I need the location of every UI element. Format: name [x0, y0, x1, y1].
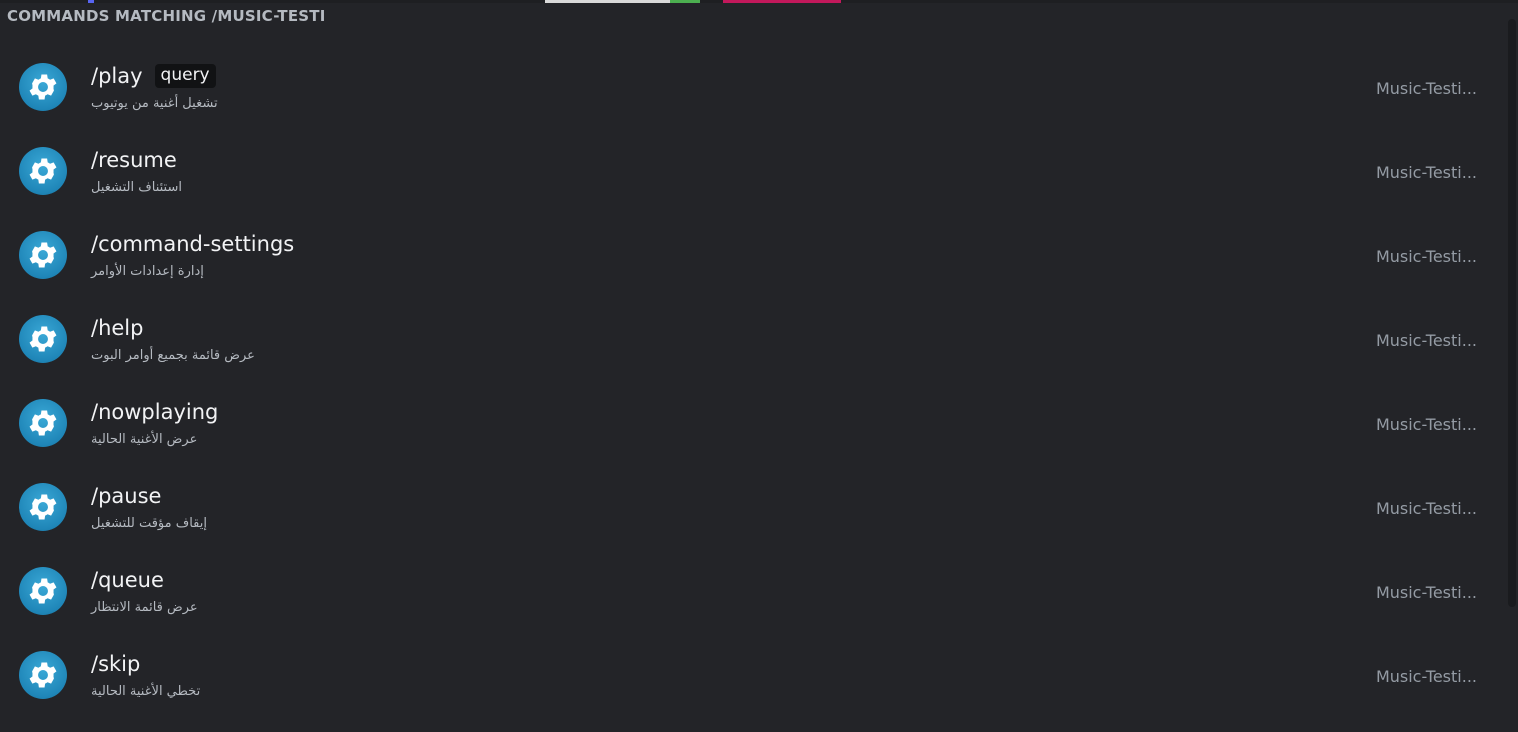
- command-source: Music-Testi...: [1375, 415, 1477, 434]
- command-description: عرض قائمة بجميع أوامر البوت: [91, 348, 255, 363]
- command-name: /skip: [91, 652, 141, 676]
- gear-icon: [19, 483, 67, 531]
- command-autocomplete-panel: COMMANDS MATCHING /MUSIC-TESTI /play que…: [0, 3, 1518, 732]
- gear-icon: [19, 315, 67, 363]
- gear-icon: [19, 147, 67, 195]
- command-option-chip: query: [154, 64, 216, 88]
- command-source: Music-Testi...: [1375, 79, 1477, 98]
- command-name: /queue: [91, 568, 164, 592]
- command-list: /play query تشغيل أغنية من يوتيوب Music-…: [0, 46, 1500, 718]
- command-description: تشغيل أغنية من يوتيوب: [91, 96, 218, 111]
- gear-icon: [19, 399, 67, 447]
- gear-icon: [19, 651, 67, 699]
- command-description: تخطي الأغنية الحالية: [91, 684, 201, 699]
- command-source: Music-Testi...: [1375, 667, 1477, 686]
- command-row-help[interactable]: /help عرض قائمة بجميع أوامر البوت Music-…: [0, 298, 1500, 382]
- command-description: إدارة إعدادات الأوامر: [91, 264, 204, 279]
- command-source: Music-Testi...: [1375, 247, 1477, 266]
- command-name: /nowplaying: [91, 400, 219, 424]
- command-row-resume[interactable]: /resume استئناف التشغيل Music-Testi...: [0, 130, 1500, 214]
- command-row-nowplaying[interactable]: /nowplaying عرض الأغنية الحالية Music-Te…: [0, 382, 1500, 466]
- command-row-queue[interactable]: /queue عرض قائمة الانتظار Music-Testi...: [0, 550, 1500, 634]
- autocomplete-header: COMMANDS MATCHING /MUSIC-TESTI: [7, 7, 326, 25]
- command-name: /help: [91, 316, 144, 340]
- gear-icon: [19, 567, 67, 615]
- command-description: عرض قائمة الانتظار: [91, 600, 198, 615]
- command-row-play[interactable]: /play query تشغيل أغنية من يوتيوب Music-…: [0, 46, 1500, 130]
- command-row-command-settings[interactable]: /command-settings إدارة إعدادات الأوامر …: [0, 214, 1500, 298]
- command-source: Music-Testi...: [1375, 331, 1477, 350]
- command-source: Music-Testi...: [1375, 583, 1477, 602]
- command-source: Music-Testi...: [1375, 499, 1477, 518]
- command-name: /resume: [91, 148, 177, 172]
- command-name: /command-settings: [91, 232, 295, 256]
- command-description: استئناف التشغيل: [91, 180, 182, 195]
- gear-icon: [19, 63, 67, 111]
- command-description: عرض الأغنية الحالية: [91, 432, 198, 447]
- command-description: إيقاف مؤقت للتشغيل: [91, 516, 207, 531]
- scrollbar[interactable]: [1508, 19, 1516, 607]
- command-row-pause[interactable]: /pause إيقاف مؤقت للتشغيل Music-Testi...: [0, 466, 1500, 550]
- gear-icon: [19, 231, 67, 279]
- command-source: Music-Testi...: [1375, 163, 1477, 182]
- command-name: /play: [91, 64, 143, 88]
- command-row-skip[interactable]: /skip تخطي الأغنية الحالية Music-Testi..…: [0, 634, 1500, 718]
- command-name: /pause: [91, 484, 162, 508]
